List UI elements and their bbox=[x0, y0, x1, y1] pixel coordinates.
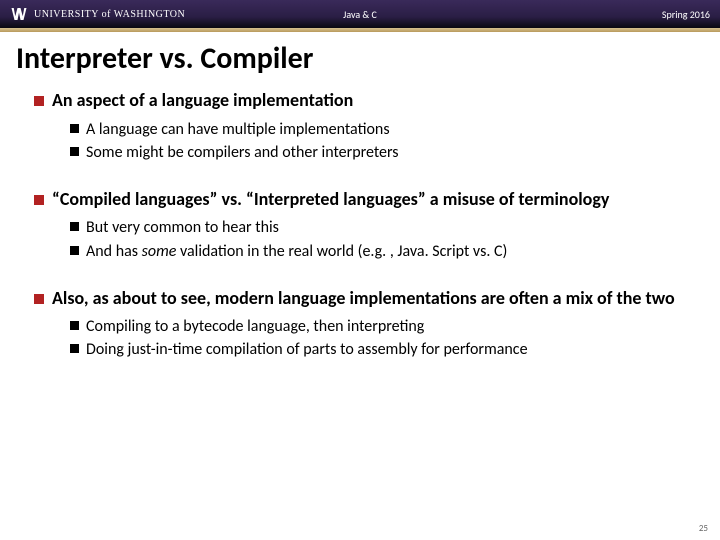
page-number: 25 bbox=[699, 523, 708, 534]
bullet-2: Also, as about to see, modern language i… bbox=[34, 287, 686, 310]
uw-w-icon bbox=[10, 5, 28, 23]
slide-header: UNIVERSITY of WASHINGTON Java & C Spring… bbox=[0, 0, 720, 28]
bullet-0-subs: A language can have multiple implementat… bbox=[34, 118, 686, 164]
list-item: Compiling to a bytecode language, then i… bbox=[70, 315, 686, 338]
slide-content: An aspect of a language implementation A… bbox=[0, 89, 720, 362]
slide-title: Interpreter vs. Compiler bbox=[0, 32, 720, 89]
university-name: UNIVERSITY of WASHINGTON bbox=[34, 9, 185, 20]
bullet-1: “Compiled languages” vs. “Interpreted la… bbox=[34, 188, 686, 211]
list-item: And has some validation in the real worl… bbox=[70, 240, 686, 263]
list-item: Some might be compilers and other interp… bbox=[70, 141, 686, 164]
sub-em: some bbox=[142, 242, 177, 261]
term-label: Spring 2016 bbox=[662, 8, 710, 21]
sub-prefix: And has bbox=[86, 242, 142, 261]
course-label: Java & C bbox=[343, 8, 377, 21]
list-item: A language can have multiple implementat… bbox=[70, 118, 686, 141]
list-item: Doing just-in-time compilation of parts … bbox=[70, 338, 686, 361]
bullet-0: An aspect of a language implementation bbox=[34, 89, 686, 112]
university-logo: UNIVERSITY of WASHINGTON bbox=[10, 5, 185, 23]
sub-suffix: validation in the real world (e.g. , Jav… bbox=[176, 242, 507, 261]
bullet-2-subs: Compiling to a bytecode language, then i… bbox=[34, 315, 686, 361]
list-item: But very common to hear this bbox=[70, 216, 686, 239]
bullet-1-subs: But very common to hear this And has som… bbox=[34, 216, 686, 262]
